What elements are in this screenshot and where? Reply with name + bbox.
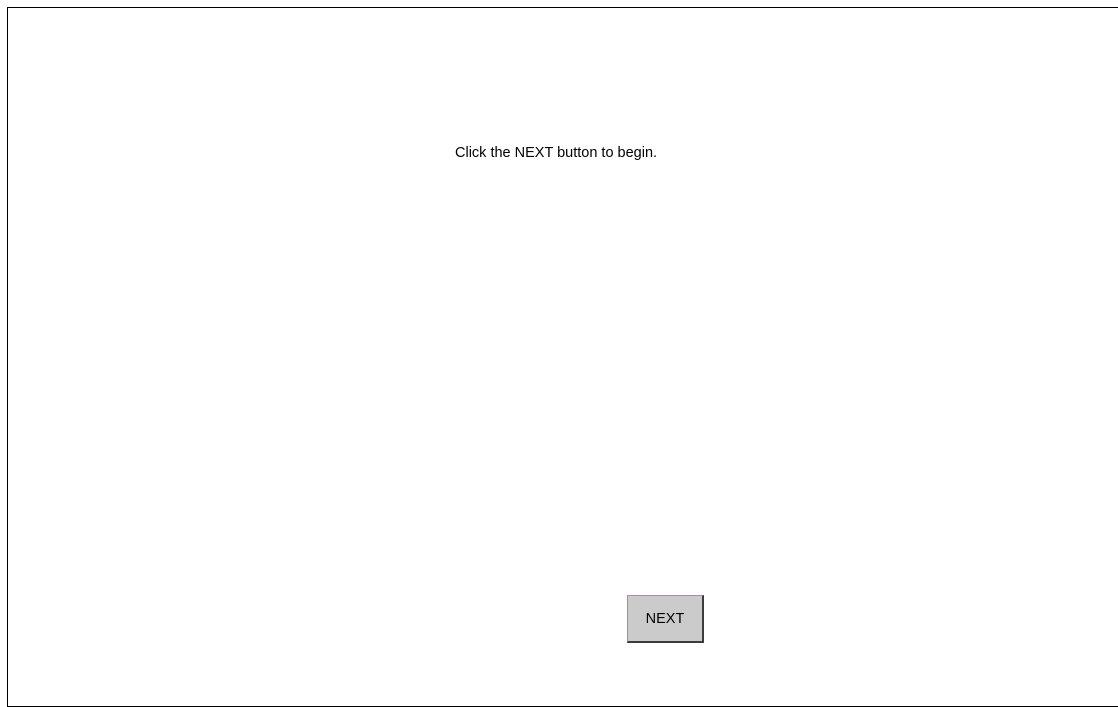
instruction-text: Click the NEXT button to begin.: [455, 145, 658, 161]
next-button[interactable]: NEXT: [627, 595, 704, 643]
content-frame: Click the NEXT button to begin. NEXT: [7, 7, 1118, 707]
